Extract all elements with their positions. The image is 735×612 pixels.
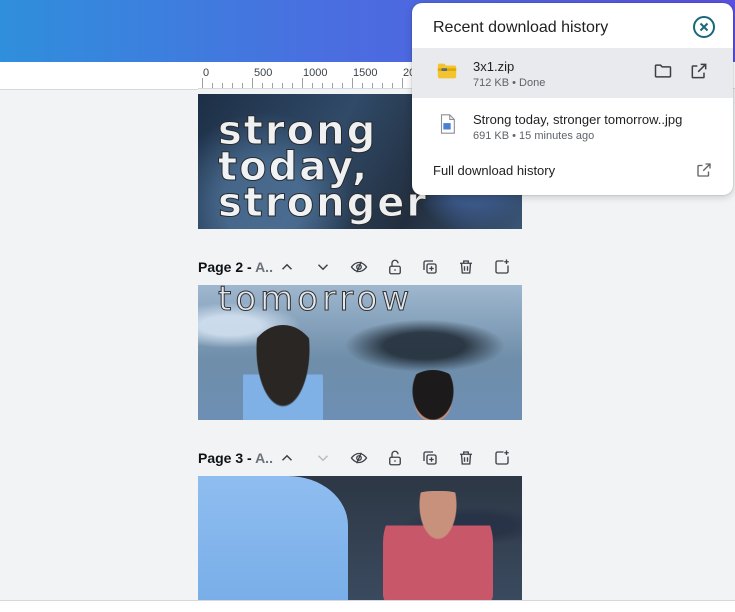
eye-slash-icon[interactable] (349, 448, 369, 468)
trash-icon[interactable] (456, 257, 476, 277)
ruler-tick (312, 83, 313, 88)
ruler-tick (282, 83, 283, 88)
download-item-jpg[interactable]: Strong today, stronger tomorrow..jpg 691… (412, 101, 733, 151)
ruler-tick (252, 78, 253, 88)
image-file-icon (436, 113, 458, 135)
download-item-meta: 691 KB • 15 minutes ago (473, 130, 595, 142)
download-history-title: Recent download history (433, 19, 609, 36)
chevron-up-icon[interactable] (277, 257, 297, 277)
page-2-title[interactable]: Page 2 - A.. (198, 259, 277, 275)
person-blue-shirt-photo (198, 476, 348, 600)
ruler-tick (222, 83, 223, 88)
chevron-down-icon[interactable] (313, 257, 333, 277)
download-item-name: 3x1.zip (473, 59, 515, 74)
folder-icon[interactable] (653, 61, 673, 81)
person-man-photo (398, 370, 468, 420)
ruler-tick (202, 78, 203, 88)
page-2-canvas[interactable]: tomorrow (198, 285, 522, 420)
page-2-toolbar: Page 2 - A.. (198, 255, 528, 279)
ruler-tick (362, 83, 363, 88)
ruler-tick (212, 83, 213, 88)
ruler-tick (342, 83, 343, 88)
duplicate-icon[interactable] (421, 448, 441, 468)
eye-slash-icon[interactable] (349, 257, 369, 277)
ruler-tick (372, 83, 373, 88)
trash-icon[interactable] (456, 448, 476, 468)
ruler-label: 0 (203, 67, 210, 79)
open-external-icon[interactable] (689, 61, 709, 81)
side-panel-strip (0, 62, 198, 90)
open-external-icon[interactable] (695, 161, 713, 179)
ruler-tick (382, 83, 383, 88)
ruler-tick (272, 83, 273, 88)
download-history-popup: Recent download history 3x1.zip 712 KB •… (412, 3, 733, 195)
ruler-tick (352, 78, 353, 88)
ruler-tick (232, 83, 233, 88)
chevron-down-icon (313, 448, 333, 468)
page-3-toolbar: Page 3 - A.. (198, 446, 528, 470)
ruler-tick (302, 78, 303, 88)
editor-footer-bar (0, 600, 735, 612)
person-woman-photo (243, 325, 323, 420)
design-text-stronger: stronger (217, 180, 429, 226)
ruler-tick (262, 83, 263, 88)
download-item-zip[interactable]: 3x1.zip 712 KB • Done (412, 48, 733, 98)
ruler-tick (332, 83, 333, 88)
lock-open-icon[interactable] (385, 448, 405, 468)
ruler-label: 1500 (353, 67, 378, 79)
ruler-tick (402, 78, 403, 88)
ruler-tick (392, 83, 393, 88)
ruler-tick (322, 83, 323, 88)
download-item-meta: 712 KB • Done (473, 77, 546, 89)
page-3-canvas[interactable] (198, 476, 522, 600)
add-page-icon[interactable] (492, 448, 512, 468)
lock-open-icon[interactable] (385, 257, 405, 277)
ruler-tick (242, 83, 243, 88)
design-text-tomorrow: tomorrow (217, 285, 414, 320)
person-red-shirt-photo (383, 491, 493, 600)
page-3-title[interactable]: Page 3 - A.. (198, 450, 277, 466)
add-page-icon[interactable] (492, 257, 512, 277)
duplicate-icon[interactable] (421, 257, 441, 277)
folder-zip-icon (436, 60, 458, 82)
chevron-up-icon[interactable] (277, 448, 297, 468)
ruler-label: 500 (254, 67, 273, 79)
ruler-label: 1000 (303, 67, 328, 79)
download-item-name: Strong today, stronger tomorrow..jpg (473, 112, 683, 127)
close-icon[interactable] (692, 15, 716, 39)
full-download-history-link[interactable]: Full download history (433, 163, 555, 178)
ruler-tick (292, 83, 293, 88)
